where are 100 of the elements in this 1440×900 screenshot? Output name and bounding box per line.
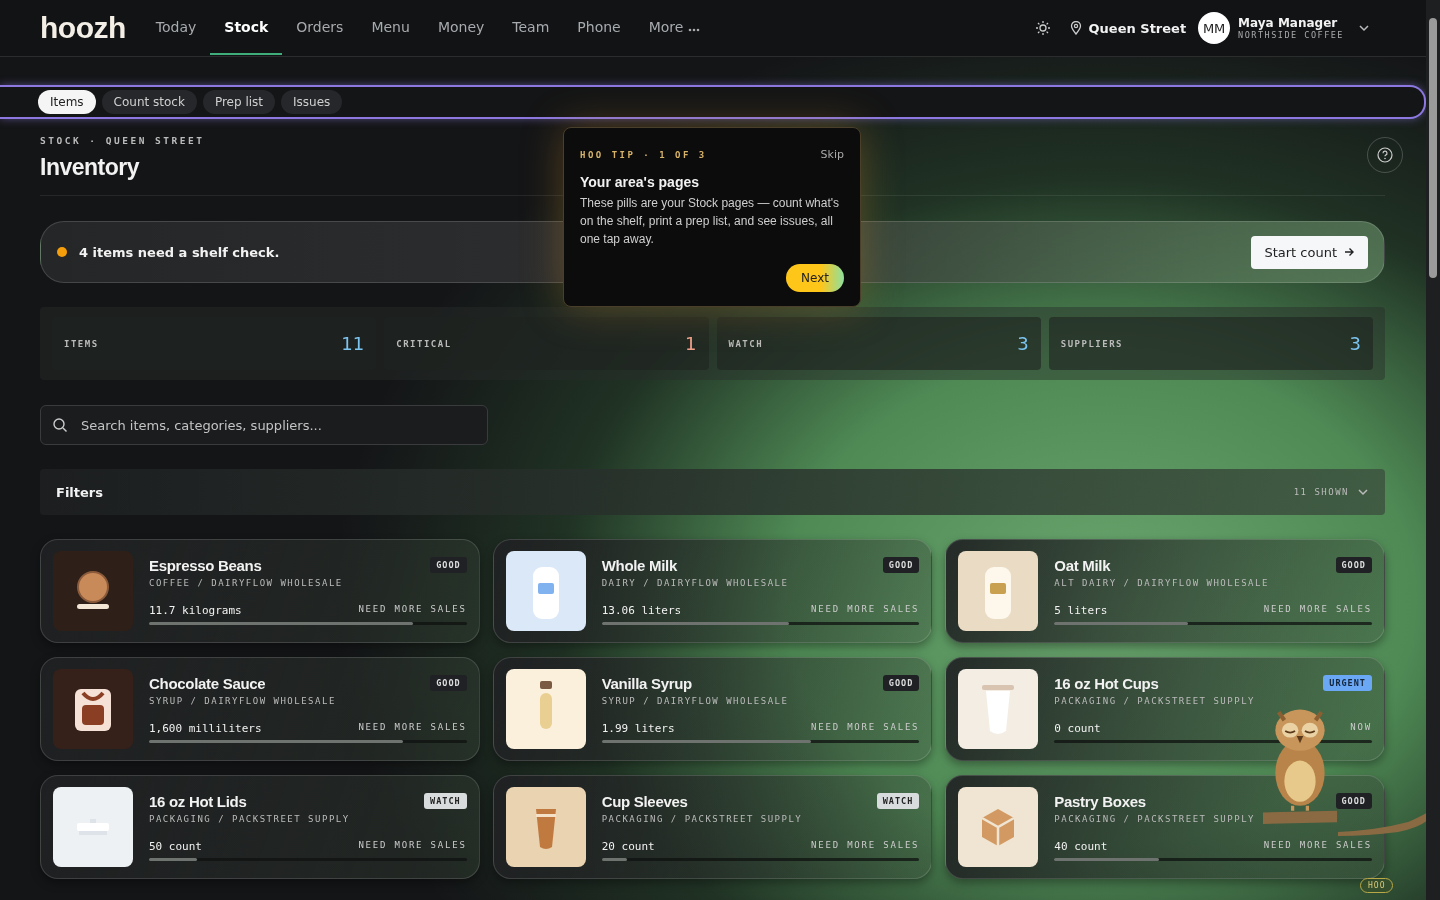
item-card[interactable]: Vanilla Syrup GOOD SYRUP / DAIRYFLOW WHOLESALE 1.99 liters NEED MORE SALES [492, 657, 933, 761]
item-card[interactable]: Oat Milk GOOD ALT DAIRY / DAIRYFLOW WHOLESALE 5 liters NEED MORE SALES [945, 539, 1385, 643]
stat-value: 1 [685, 333, 697, 354]
item-category: COFFEE / DAIRYFLOW WHOLESALE [149, 578, 344, 588]
help-icon [1377, 147, 1393, 163]
item-quantity: 50 count [149, 840, 202, 853]
item-note: NEED MORE SALES [811, 840, 920, 852]
subpage-pill[interactable]: Prep list [202, 90, 275, 114]
stat-value: 11 [341, 333, 365, 354]
item-card[interactable]: Pastry Boxes GOOD PACKAGING / PACKSTREET SUPPLY 40 count NEED MORE SALES [945, 775, 1385, 879]
item-quantity: 1,600 milliliters [149, 722, 262, 735]
user-org: NORTHSIDE COFFEE [1238, 30, 1344, 40]
user-name: Maya Manager [1238, 16, 1339, 30]
item-name: Whole Milk [601, 557, 677, 574]
item-note: NEED MORE SALES [811, 604, 920, 616]
nav-tab[interactable]: Today [141, 1, 211, 55]
status-tag: GOOD [882, 557, 920, 573]
item-quantity: 20 count [601, 840, 655, 853]
item-card[interactable]: Chocolate Sauce GOOD SYRUP / DAIRYFLOW WHOLESALE 1,600 milliliters NEED MORE SALES [40, 657, 480, 761]
scrollbar[interactable] [1426, 0, 1440, 900]
app-logo[interactable]: hoozh [40, 11, 126, 45]
item-category: PACKAGING / PACKSTREET SUPPLY [1054, 814, 1256, 824]
stat-label: CRITICAL [396, 338, 452, 349]
item-name: Espresso Beans [149, 557, 262, 574]
nav-tab[interactable]: Team [498, 1, 564, 55]
item-category: SYRUP / DAIRYFLOW WHOLESALE [149, 696, 337, 706]
chevron-down-icon [1357, 486, 1369, 498]
status-tag: GOOD [430, 675, 467, 691]
item-category: PACKAGING / PACKSTREET SUPPLY [1054, 696, 1256, 706]
item-name: Pastry Boxes [1054, 793, 1146, 810]
item-name: 16 oz Hot Lids [149, 793, 247, 810]
status-tag: WATCH [424, 793, 467, 809]
tip-title: Your area's pages [580, 174, 700, 190]
nav-tab[interactable]: Menu [357, 1, 424, 55]
item-category: DAIRY / DAIRYFLOW WHOLESALE [601, 578, 790, 588]
stat-label: WATCH [728, 338, 764, 349]
stat-value: 3 [1017, 333, 1029, 354]
item-note: NEED MORE SALES [1263, 840, 1372, 852]
item-name: Cup Sleeves [601, 793, 688, 810]
shown-count: 11 SHOWN [1293, 487, 1349, 497]
item-card[interactable]: 16 oz Hot Cups URGENT PACKAGING / PACKSTREET SUPPLY 0 count NOW [945, 657, 1385, 761]
item-quantity: 11.7 kilograms [149, 604, 242, 617]
item-category: PACKAGING / PACKSTREET SUPPLY [601, 814, 804, 824]
arrow-right-icon [1343, 246, 1355, 258]
theme-toggle-icon[interactable] [1034, 20, 1051, 36]
item-card[interactable]: Espresso Beans GOOD COFFEE / DAIRYFLOW WHOLESALE 11.7 kilograms NEED MORE SALES [40, 539, 480, 643]
stat-label: ITEMS [64, 338, 99, 349]
subpage-pill[interactable]: Issues [281, 90, 343, 114]
item-name: Vanilla Syrup [601, 675, 692, 692]
item-card[interactable]: Whole Milk GOOD DAIRY / DAIRYFLOW WHOLESALE 13.06 liters NEED MORE SALES [492, 539, 933, 643]
item-note: NEED MORE SALES [358, 722, 467, 734]
item-note: NEED MORE SALES [358, 604, 467, 616]
item-name: Chocolate Sauce [149, 675, 266, 692]
alert-text: 4 items need a shelf check. [79, 244, 281, 260]
nav-tab[interactable]: Orders [282, 1, 358, 55]
nav-tab[interactable]: More [634, 1, 714, 55]
location-pin-icon [1068, 21, 1083, 35]
nav-tab[interactable]: Phone [563, 1, 635, 55]
item-name: Oat Milk [1054, 557, 1111, 574]
stat-label: SUPPLIERS [1060, 338, 1124, 349]
tip-text: These pills are your Stock pages — count what's on the shelf, print a prep list, and see issues, all one tap away. [580, 195, 841, 248]
subpage-pill[interactable]: Items [38, 90, 96, 114]
user-avatar[interactable]: MM [1198, 12, 1231, 44]
item-name: 16 oz Hot Cups [1054, 675, 1159, 692]
item-quantity: 40 count [1054, 840, 1108, 853]
item-quantity: 1.99 liters [601, 722, 675, 735]
breadcrumb: STOCK · QUEEN STREET [40, 135, 205, 146]
status-tag: GOOD [882, 675, 920, 691]
search-icon [52, 417, 68, 433]
item-note: NEED MORE SALES [811, 722, 920, 734]
item-quantity: 0 count [1054, 722, 1101, 735]
status-tag: URGENT [1323, 675, 1372, 691]
search-field[interactable]: Search items, categories, suppliers... [40, 405, 488, 445]
filters-bar[interactable]: Filters 11 SHOWN [40, 469, 1385, 515]
item-quantity: 5 liters [1054, 604, 1108, 617]
nav-tab[interactable]: Stock [210, 1, 283, 55]
item-note: NEED MORE SALES [1263, 604, 1372, 616]
start-count-button[interactable]: Start count [1251, 235, 1368, 269]
item-note: NOW [1350, 722, 1372, 734]
item-quantity: 13.06 liters [601, 604, 682, 617]
more-icon [687, 28, 700, 32]
skip-link[interactable]: Skip [820, 148, 844, 161]
status-tag: WATCH [876, 793, 920, 809]
item-category: PACKAGING / PACKSTREET SUPPLY [149, 814, 351, 824]
item-card[interactable]: Cup Sleeves WATCH PACKAGING / PACKSTREET SUPPLY 20 count NEED MORE SALES [492, 775, 933, 879]
filters-title: Filters [56, 484, 104, 500]
item-category: ALT DAIRY / DAIRYFLOW WHOLESALE [1054, 578, 1270, 588]
subpage-pill[interactable]: Count stock [101, 90, 197, 114]
item-category: SYRUP / DAIRYFLOW WHOLESALE [601, 696, 790, 706]
status-tag: GOOD [1335, 557, 1372, 573]
item-card[interactable]: 16 oz Hot Lids WATCH PACKAGING / PACKSTREET SUPPLY 50 count NEED MORE SALES [40, 775, 480, 879]
mascot-button[interactable]: HOO [1360, 878, 1394, 893]
stat-value: 3 [1349, 333, 1361, 354]
chevron-down-icon[interactable] [1358, 22, 1370, 34]
location-selector[interactable]: Queen Street [1088, 20, 1187, 36]
next-button[interactable]: Next [786, 264, 844, 292]
page-title: Inventory [40, 154, 141, 181]
status-tag: GOOD [1335, 793, 1372, 809]
tip-step: HOO TIP · 1 OF 3 [580, 149, 707, 160]
nav-tab[interactable]: Money [423, 1, 499, 55]
